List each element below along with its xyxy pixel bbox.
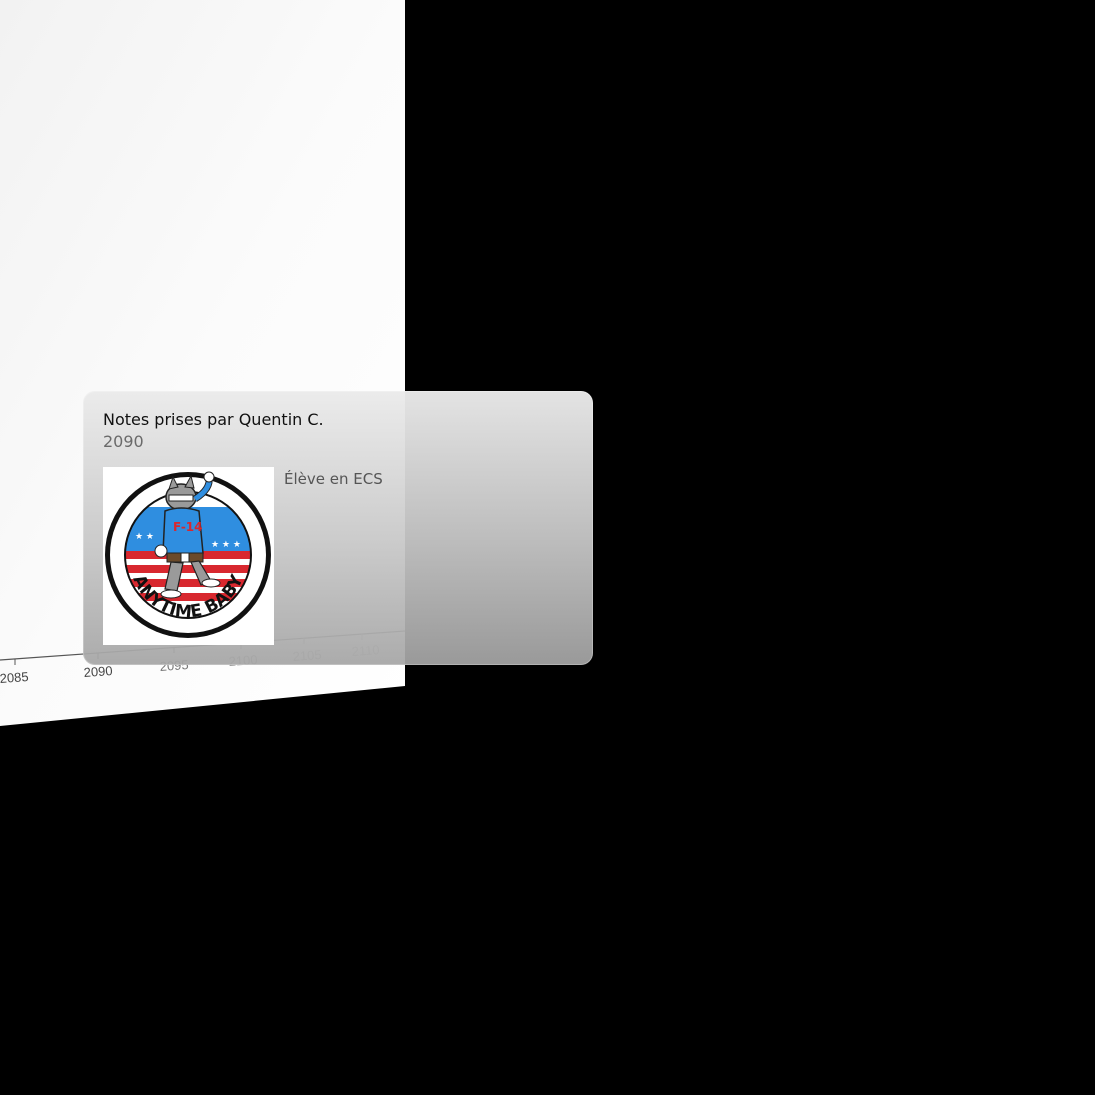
patch-logo-icon: ★ ★ ★ ★ ★ F-14 ANYTIME BABY bbox=[103, 467, 274, 645]
card-image[interactable]: ★ ★ ★ ★ ★ F-14 ANYTIME BABY bbox=[103, 467, 274, 645]
svg-text:F-14: F-14 bbox=[173, 520, 203, 534]
svg-text:★ ★ ★: ★ ★ ★ bbox=[211, 540, 241, 550]
card-title: Notes prises par Quentin C. bbox=[103, 410, 324, 429]
card-year: 2090 bbox=[103, 432, 144, 451]
screen: 2085 2090 2095 2100 2105 2110 Notes pris… bbox=[0, 0, 1095, 1095]
svg-text:★ ★: ★ ★ bbox=[135, 532, 154, 542]
timeline-tick-label: 2090 bbox=[83, 663, 113, 680]
card-description: Élève en ECS bbox=[284, 470, 383, 488]
timeline-tick-label: 2085 bbox=[0, 669, 29, 686]
note-popover-card[interactable]: Notes prises par Quentin C. 2090 ★ ★ ★ ★… bbox=[83, 391, 593, 665]
